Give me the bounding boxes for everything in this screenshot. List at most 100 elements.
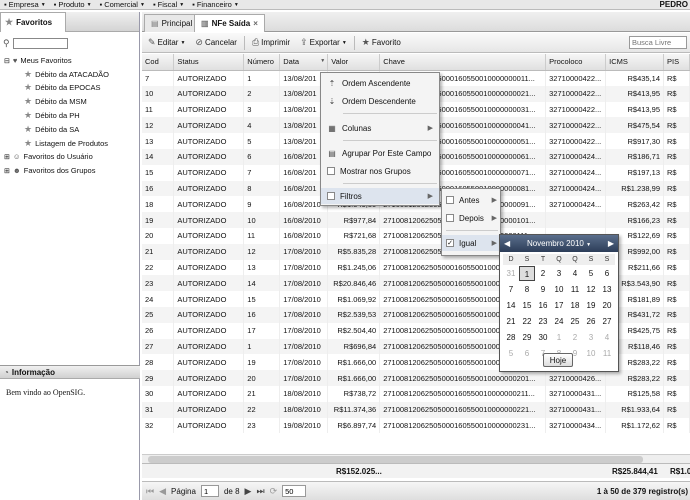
expand-icon[interactable]: ⊞	[4, 153, 10, 161]
column-header[interactable]: Número	[243, 54, 281, 71]
table-row[interactable]: 29 AUTORIZADO 20 17/08/2010 R$1.666,00 271008…	[142, 370, 690, 386]
calendar-day[interactable]: 2	[535, 266, 551, 281]
scrollbar-thumb[interactable]	[148, 456, 643, 463]
calendar-day[interactable]: 13	[599, 282, 615, 297]
calendar-day[interactable]: 7	[503, 282, 519, 297]
calendar-day[interactable]: 8	[519, 282, 535, 297]
tab-principal[interactable]: ▤ Principal	[144, 14, 200, 32]
close-icon[interactable]: ×	[253, 19, 258, 28]
menu-group-by[interactable]: ▤ Agrupar Por Este Campo	[321, 145, 439, 161]
calendar-day[interactable]: 16	[535, 298, 551, 313]
calendar-day[interactable]: 23	[535, 314, 551, 329]
table-row[interactable]: 31 AUTORIZADO 22 18/08/2010 R$11.374,36 27100…	[142, 401, 690, 418]
user-name[interactable]: PEDRO	[660, 0, 688, 9]
column-header[interactable]: Chave	[379, 54, 547, 71]
calendar-day[interactable]: 5	[503, 346, 519, 361]
calendar-day[interactable]: 25	[567, 314, 583, 329]
favorites-search-input[interactable]	[12, 37, 68, 49]
last-page-icon[interactable]: ⏭	[256, 486, 264, 497]
calendar-day[interactable]: 20	[599, 298, 615, 313]
column-header[interactable]: Valor	[327, 54, 381, 71]
menu-fiscal[interactable]: ▪ Fiscal ▼	[149, 0, 188, 9]
today-button[interactable]: Hoje	[543, 353, 573, 367]
menu-sort-asc[interactable]: ⇡ Ordem Ascendente	[321, 75, 439, 91]
column-header[interactable]: ICMS	[605, 54, 665, 71]
menu-filters[interactable]: Filtros ▶	[321, 188, 439, 204]
filter-equal[interactable]: ✓ Igual ▶	[442, 235, 500, 251]
calendar-day[interactable]: 18	[567, 298, 583, 313]
calendar-day[interactable]: 28	[503, 330, 519, 345]
filter-icon[interactable]: ⚲	[3, 38, 10, 49]
edit-button[interactable]: ✎ Editar ▼	[145, 37, 188, 48]
calendar-day[interactable]: 9	[535, 282, 551, 297]
calendar-day[interactable]: 22	[519, 314, 535, 329]
favorites-tab[interactable]: ★ Favoritos	[0, 11, 66, 32]
tree-node-favoritos-usuario[interactable]: ⊞ ☺ Favoritos do Usuário	[4, 152, 93, 161]
table-row[interactable]: 32 AUTORIZADO 23 19/08/2010 R$6.897,74 271008…	[142, 417, 690, 434]
next-month-icon[interactable]: ▶	[608, 239, 614, 248]
tree-item[interactable]: ★ Listagem de Produtos	[24, 138, 108, 149]
calendar-day[interactable]: 5	[583, 266, 599, 281]
calendar-day[interactable]: 31	[503, 266, 519, 281]
calendar-day[interactable]: 3	[551, 266, 567, 281]
calendar-day[interactable]: 15	[519, 298, 535, 313]
checkbox[interactable]	[446, 196, 454, 204]
menu-financeiro[interactable]: ▪ Financeiro ▼	[188, 0, 243, 9]
filter-after[interactable]: Depois ▶	[442, 210, 500, 226]
calendar-day[interactable]: 1	[519, 266, 535, 281]
export-button[interactable]: ⇪ Exportar ▼	[297, 37, 350, 48]
prev-page-icon[interactable]: ◀	[159, 486, 166, 497]
calendar-day[interactable]: 30	[535, 330, 551, 345]
tab-nfe-saida[interactable]: ▥ NFe Saída ×	[194, 14, 265, 32]
checkbox[interactable]	[327, 192, 335, 200]
tree-item[interactable]: ★ Débito da ATACADÃO	[24, 69, 109, 80]
page-input[interactable]	[200, 485, 219, 497]
calendar-day[interactable]: 10	[551, 282, 567, 297]
table-row[interactable]: 30 AUTORIZADO 21 18/08/2010 R$738,72 27100812…	[142, 385, 690, 402]
calendar-day[interactable]: 4	[567, 266, 583, 281]
tree-node-favoritos-grupos[interactable]: ⊞ ☻ Favoritos dos Grupos	[4, 166, 95, 175]
search-input[interactable]	[629, 36, 687, 49]
column-menu-icon[interactable]: ▼	[320, 58, 325, 64]
column-header[interactable]: Cod	[142, 54, 175, 71]
menu-produto[interactable]: ▪ Produto ▼	[50, 0, 96, 9]
cancel-button[interactable]: ⊘ Cancelar	[192, 37, 240, 48]
first-page-icon[interactable]: ⏮	[146, 486, 154, 497]
calendar-day[interactable]: 21	[503, 314, 519, 329]
month-select[interactable]: Novembro 2010 ▼	[527, 239, 591, 248]
checkbox[interactable]	[446, 214, 454, 222]
tree-item[interactable]: ★ Débito da EPOCAS	[24, 82, 101, 93]
calendar-day[interactable]: 27	[599, 314, 615, 329]
calendar-day[interactable]: 6	[599, 266, 615, 281]
calendar-day[interactable]: 12	[583, 282, 599, 297]
expand-icon[interactable]: ⊞	[4, 167, 10, 175]
collapse-icon[interactable]: ⊟	[4, 57, 10, 65]
tree-node-meus-favoritos[interactable]: ⊟ ♥ Meus Favoritos	[4, 56, 72, 65]
calendar-day[interactable]: 17	[551, 298, 567, 313]
prev-month-icon[interactable]: ◀	[504, 239, 510, 248]
filter-before[interactable]: Antes ▶	[442, 192, 500, 208]
menu-show-groups[interactable]: Mostrar nos Grupos	[321, 163, 439, 179]
column-header[interactable]: Data ▼	[279, 54, 329, 71]
calendar-day[interactable]: 1	[551, 330, 567, 345]
table-row[interactable]: 19AUTORIZADO1016/08/2010R$977,8427100812…	[142, 212, 690, 228]
calendar-day[interactable]: 10	[583, 346, 599, 361]
refresh-icon[interactable]: ⟳	[270, 486, 278, 497]
calendar-day[interactable]: 29	[519, 330, 535, 345]
page-size-input[interactable]	[282, 485, 307, 497]
print-button[interactable]: ⎙ Imprimir	[249, 37, 293, 48]
column-header[interactable]: PIS	[663, 54, 690, 71]
tree-item[interactable]: ★ Débito da PH	[24, 110, 80, 121]
calendar-day[interactable]: 11	[567, 282, 583, 297]
calendar-day[interactable]: 2	[567, 330, 583, 345]
tree-item[interactable]: ★ Débito da SA	[24, 124, 79, 135]
calendar-day[interactable]: 14	[503, 298, 519, 313]
calendar-day[interactable]: 11	[599, 346, 615, 361]
menu-sort-desc[interactable]: ⇣ Ordem Descendente	[321, 93, 439, 109]
calendar-day[interactable]: 6	[519, 346, 535, 361]
horizontal-scrollbar[interactable]	[142, 454, 690, 463]
column-header[interactable]: Procoloco	[545, 54, 607, 71]
menu-comercial[interactable]: ▪ Comercial ▼	[96, 0, 149, 9]
calendar-day[interactable]: 24	[551, 314, 567, 329]
calendar-day[interactable]: 19	[583, 298, 599, 313]
